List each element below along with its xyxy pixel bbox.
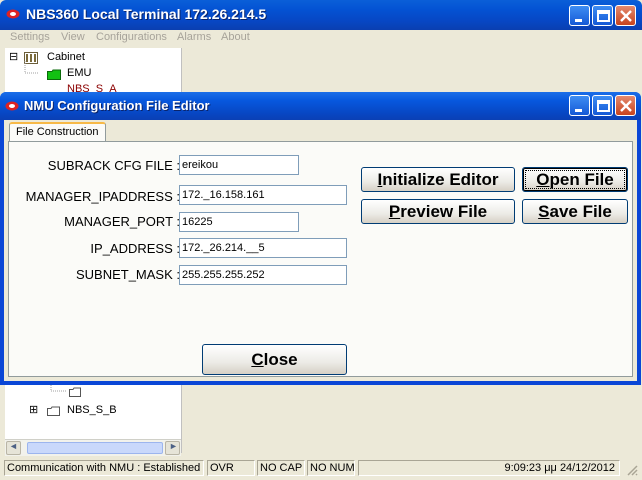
scrollbar-thumb[interactable]	[27, 442, 163, 454]
close-button[interactable]: Close	[202, 344, 347, 375]
dialog-body: File Construction SUBRACK CFG FILE : MAN…	[4, 120, 637, 381]
status-ovr: OVR	[207, 460, 255, 476]
status-bar: Communication with NMU : Established OVR…	[4, 459, 638, 477]
resize-grip-icon[interactable]	[626, 464, 638, 476]
tree-node-label: Cabinet	[47, 51, 85, 63]
subrack-cfg-file-label: SUBRACK CFG FILE :	[47, 158, 180, 173]
ip-address-label: IP_ADDRESS :	[90, 241, 180, 256]
subnet-mask-input[interactable]	[179, 265, 347, 285]
arrow-right-icon: ►	[169, 441, 178, 451]
file-construction-panel: SUBRACK CFG FILE : MANAGER_IPADDRESS : M…	[8, 141, 633, 377]
manager-ipaddress-input[interactable]	[179, 185, 347, 205]
app-logo-icon	[5, 101, 19, 111]
dialog-title: NMU Configuration File Editor	[24, 98, 210, 113]
dialog-title-bar[interactable]: NMU Configuration File Editor	[0, 92, 641, 120]
app-logo-icon	[6, 9, 20, 19]
nmu-config-dialog: NMU Configuration File Editor File Const…	[0, 92, 641, 385]
maximize-button[interactable]	[592, 5, 613, 26]
minimize-icon	[575, 109, 582, 112]
menu-about[interactable]: About	[221, 31, 250, 43]
manager-ipaddress-label: MANAGER_IPADDRESS :	[25, 189, 180, 204]
tree-line-icon	[50, 383, 67, 392]
folder-icon	[47, 406, 60, 416]
folder-green-icon	[47, 69, 61, 80]
preview-file-button[interactable]: Preview File	[361, 199, 515, 224]
tree-node-label: EMU	[67, 67, 92, 79]
scroll-right-button[interactable]: ►	[165, 441, 180, 455]
subrack-cfg-file-input[interactable]	[179, 155, 299, 175]
dialog-maximize-button[interactable]	[592, 95, 613, 116]
folder-icon	[69, 387, 81, 397]
arrow-left-icon: ◄	[9, 441, 18, 451]
save-file-button[interactable]: Save File	[522, 199, 628, 224]
tab-label: File Construction	[16, 126, 99, 138]
status-connection: Communication with NMU : Established	[4, 460, 204, 476]
menu-configurations[interactable]: Configurations	[96, 31, 167, 43]
scroll-left-button[interactable]: ◄	[6, 441, 21, 455]
open-file-button[interactable]: Open File	[522, 167, 628, 192]
tab-file-construction[interactable]: File Construction	[9, 122, 106, 142]
status-num: NO NUM	[307, 460, 355, 476]
menu-view[interactable]: View	[61, 31, 85, 43]
manager-port-input[interactable]	[179, 212, 299, 232]
maximize-icon	[597, 10, 610, 22]
status-datetime: 9:09:23 μμ 24/12/2012	[358, 460, 620, 476]
expand-icon[interactable]: ⊞	[29, 403, 38, 416]
manager-port-label: MANAGER_PORT :	[64, 214, 180, 229]
menu-bar: Settings View Configurations Alarms Abou…	[4, 30, 638, 46]
main-title-bar[interactable]: NBS360 Local Terminal 172.26.214.5	[0, 0, 642, 30]
dialog-close-button[interactable]	[615, 95, 636, 116]
close-icon	[620, 100, 632, 112]
subnet-mask-label: SUBNET_MASK :	[75, 267, 180, 282]
dialog-minimize-button[interactable]	[569, 95, 590, 116]
tree-horizontal-scrollbar[interactable]: ◄ ►	[5, 439, 181, 456]
close-window-button[interactable]	[615, 5, 636, 26]
collapse-icon[interactable]: ⊟	[9, 50, 18, 63]
maximize-icon	[597, 100, 610, 112]
minimize-icon	[575, 19, 582, 22]
ip-address-input[interactable]	[179, 238, 347, 258]
menu-settings[interactable]: Settings	[10, 31, 50, 43]
close-icon	[620, 10, 632, 22]
main-window-title: NBS360 Local Terminal 172.26.214.5	[26, 6, 267, 22]
initialize-editor-button[interactable]: Initialize Editor	[361, 167, 515, 192]
tree-line-icon	[24, 61, 39, 74]
status-caps: NO CAP	[257, 460, 305, 476]
minimize-button[interactable]	[569, 5, 590, 26]
menu-alarms[interactable]: Alarms	[177, 31, 211, 43]
tree-node-label: NBS_S_B	[67, 404, 117, 416]
